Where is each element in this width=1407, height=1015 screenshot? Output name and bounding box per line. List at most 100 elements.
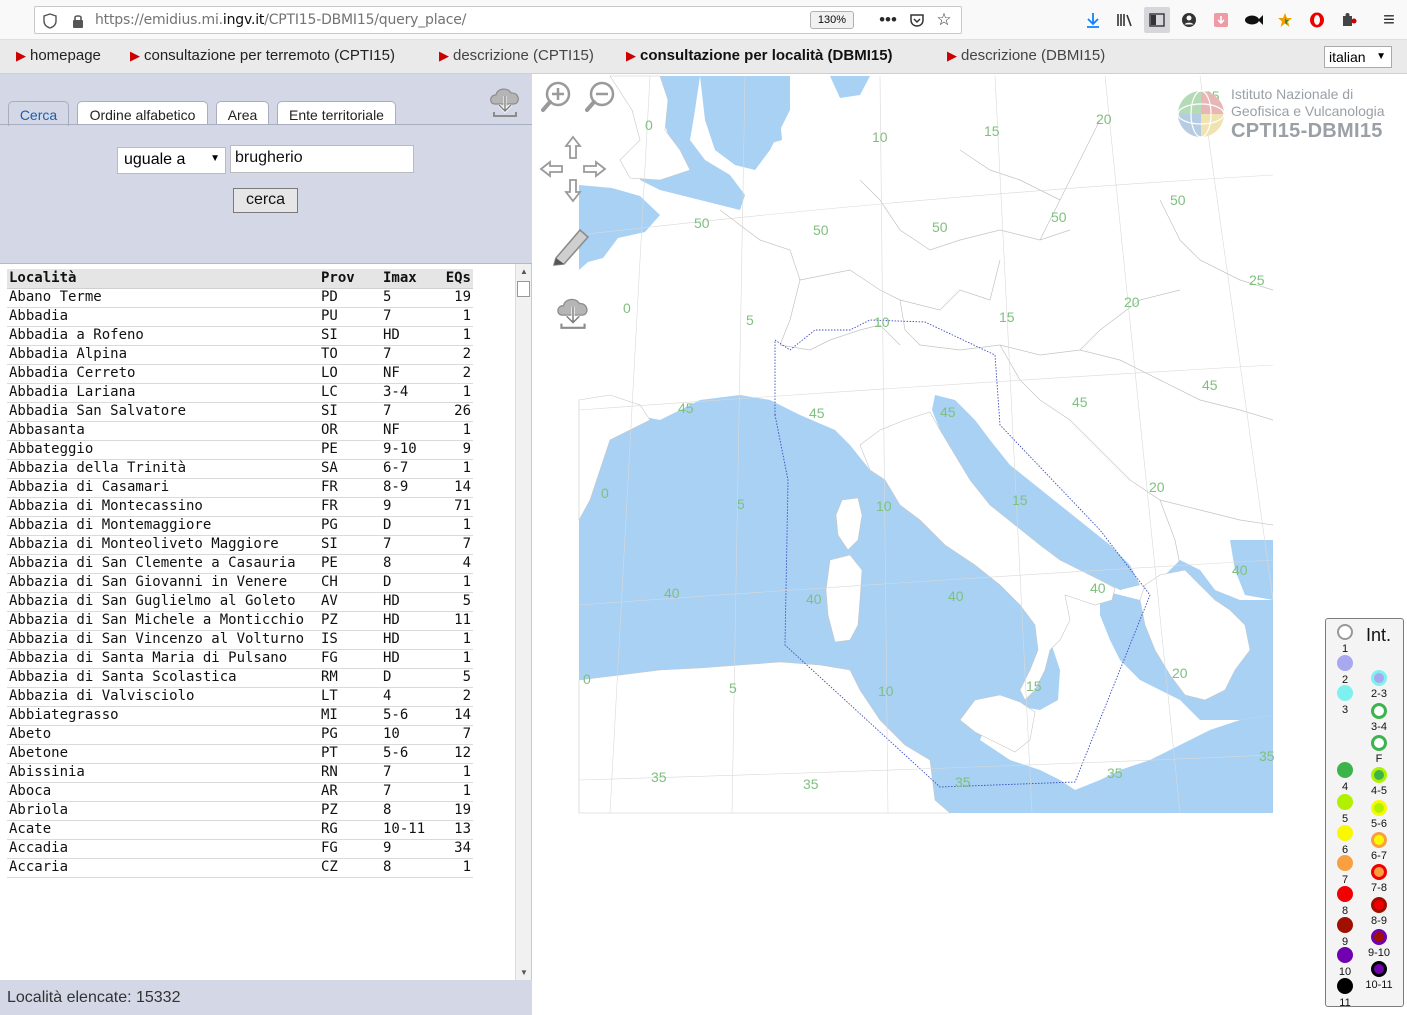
nav-query-by-earthquake[interactable]: ▶ consultazione per terremoto (CPTI15) [130, 47, 395, 64]
cell-locality[interactable]: Abbazia di San Clemente a Casauria [7, 554, 319, 574]
download-icon[interactable] [1080, 7, 1106, 33]
table-row[interactable]: Abano Terme PD 5 19 [7, 288, 473, 308]
cell-locality[interactable]: Abbadia Alpina [7, 345, 319, 365]
pdf-download-extension-icon[interactable] [1208, 7, 1234, 33]
table-row[interactable]: Abbazia di San Guglielmo al Goleto AV HD 5 [7, 592, 473, 612]
table-row[interactable]: Abbazia di Montecassino FR 9 71 [7, 497, 473, 517]
cell-locality[interactable]: Abbazia di Santa Maria di Pulsano [7, 649, 319, 669]
map-download-icon[interactable] [552, 292, 594, 332]
cell-locality[interactable]: Abetone [7, 744, 319, 764]
cell-locality[interactable]: Abbazia di Valvisciolo [7, 687, 319, 707]
table-row[interactable]: Abbazia di Casamari FR 8-9 14 [7, 478, 473, 498]
scroll-down-icon[interactable]: ▼ [520, 968, 528, 977]
table-row[interactable]: Abbazia di San Vincenzo al Volturno IS HD 1 [7, 630, 473, 650]
hamburger-menu-icon[interactable]: ≡ [1376, 7, 1402, 33]
column-header-province[interactable]: Prov [319, 269, 381, 289]
cell-locality[interactable]: Abbateggio [7, 440, 319, 460]
cell-locality[interactable]: Abano Terme [7, 288, 319, 308]
table-row[interactable]: Abissinia RN 7 1 [7, 763, 473, 783]
table-row[interactable]: Abbadia Alpina TO 7 2 [7, 345, 473, 365]
fish-extension-icon[interactable] [1240, 7, 1266, 33]
lock-icon[interactable] [71, 13, 85, 29]
table-row[interactable]: Abbadia a Rofeno SI HD 1 [7, 326, 473, 346]
table-row[interactable]: Abbadia PU 7 1 [7, 307, 473, 327]
cell-locality[interactable]: Abbadia a Rofeno [7, 326, 319, 346]
nav-description-cpti15[interactable]: ▶ descrizione (CPTI15) [439, 47, 594, 64]
pencil-draw-icon[interactable] [550, 222, 596, 266]
cell-locality[interactable]: Accadia [7, 839, 319, 859]
table-row[interactable]: Abbazia di Valvisciolo LT 4 2 [7, 687, 473, 707]
cell-locality[interactable]: Abbazia di Monteoliveto Maggiore [7, 535, 319, 555]
address-bar[interactable]: https://emidius.mi.ingv.it/CPTI15-DBMI15… [34, 6, 962, 34]
cell-locality[interactable]: Accaria [7, 858, 319, 878]
column-header-locality[interactable]: Località [7, 269, 319, 289]
cell-locality[interactable]: Abbasanta [7, 421, 319, 441]
account-icon[interactable] [1176, 7, 1202, 33]
shield-icon[interactable] [43, 13, 57, 29]
match-operator-select[interactable]: uguale a ▼ [117, 147, 226, 174]
library-icon[interactable] [1112, 7, 1138, 33]
cell-locality[interactable]: Abbazia della Trinità [7, 459, 319, 479]
table-row[interactable]: Accadia FG 9 34 [7, 839, 473, 859]
cell-locality[interactable]: Acate [7, 820, 319, 840]
tab-territorial-entity[interactable]: Ente territoriale [277, 101, 396, 125]
map-view[interactable]: 0101520255050505050252015105045454545450… [532, 74, 1407, 1015]
cell-locality[interactable]: Abbazia di San Guglielmo al Goleto [7, 592, 319, 612]
table-row[interactable]: Abetone PT 5-6 12 [7, 744, 473, 764]
cell-locality[interactable]: Abissinia [7, 763, 319, 783]
table-row[interactable]: Aboca AR 7 1 [7, 782, 473, 802]
table-row[interactable]: Abbazia di Montemaggiore PG D 1 [7, 516, 473, 536]
pocket-icon[interactable] [904, 7, 930, 33]
table-row[interactable]: Abbazia di Santa Scolastica RM D 5 [7, 668, 473, 688]
map-canvas[interactable]: 0101520255050505050252015105045454545450… [532, 74, 1407, 1015]
table-row[interactable]: Abriola PZ 8 19 [7, 801, 473, 821]
language-select[interactable]: italian ▼ [1324, 46, 1392, 68]
table-row[interactable]: Abbazia di Santa Maria di Pulsano FG HD 1 [7, 649, 473, 669]
sidebar-icon[interactable] [1144, 7, 1170, 33]
opera-icon[interactable] [1304, 7, 1330, 33]
cell-locality[interactable]: Abbiategrasso [7, 706, 319, 726]
nav-homepage[interactable]: ▶ homepage [16, 47, 101, 64]
cell-locality[interactable]: Abeto [7, 725, 319, 745]
table-row[interactable]: Abeto PG 10 7 [7, 725, 473, 745]
cell-locality[interactable]: Abbadia [7, 307, 319, 327]
tab-search[interactable]: Cerca [8, 101, 69, 126]
nav-description-dbmi15[interactable]: ▶ descrizione (DBMI15) [947, 47, 1105, 64]
more-actions-icon[interactable]: ••• [875, 7, 901, 33]
place-search-input[interactable]: brugherio [230, 145, 414, 173]
cloud-download-icon[interactable] [486, 82, 524, 120]
cell-locality[interactable]: Abriola [7, 801, 319, 821]
zoom-in-icon[interactable] [540, 80, 574, 114]
tab-area[interactable]: Area [216, 101, 269, 125]
table-row[interactable]: Acate RG 10-11 13 [7, 820, 473, 840]
pan-arrows-icon[interactable] [538, 134, 608, 204]
cell-locality[interactable]: Abbazia di Montecassino [7, 497, 319, 517]
cell-locality[interactable]: Abbazia di San Vincenzo al Volturno [7, 630, 319, 650]
table-row[interactable]: Abbazia della Trinità SA 6-7 1 [7, 459, 473, 479]
bookmark-star-icon[interactable]: ☆ [931, 7, 957, 33]
table-row[interactable]: Abbasanta OR NF 1 [7, 421, 473, 441]
table-row[interactable]: Abbadia San Salvatore SI 7 26 [7, 402, 473, 422]
column-header-eqs[interactable]: EQs [439, 269, 473, 289]
cell-locality[interactable]: Abbazia di Montemaggiore [7, 516, 319, 536]
zoom-out-icon[interactable] [584, 80, 618, 114]
cell-locality[interactable]: Abbadia Lariana [7, 383, 319, 403]
zoom-level-badge[interactable]: 130% [810, 11, 854, 29]
table-row[interactable]: Abbiategrasso MI 5-6 14 [7, 706, 473, 726]
cell-locality[interactable]: Abbadia Cerreto [7, 364, 319, 384]
cell-locality[interactable]: Abbazia di Santa Scolastica [7, 668, 319, 688]
star-extension-icon[interactable] [1272, 7, 1298, 33]
nav-query-by-locality[interactable]: ▶ consultazione per località (DBMI15) [626, 47, 893, 64]
puzzle-extension-icon[interactable] [1336, 7, 1362, 33]
cell-locality[interactable]: Aboca [7, 782, 319, 802]
table-row[interactable]: Abbazia di San Clemente a Casauria PE 8 4 [7, 554, 473, 574]
cell-locality[interactable]: Abbazia di Casamari [7, 478, 319, 498]
table-row[interactable]: Abbazia di San Giovanni in Venere CH D 1 [7, 573, 473, 593]
cell-locality[interactable]: Abbadia San Salvatore [7, 402, 319, 422]
scroll-up-icon[interactable]: ▲ [520, 267, 528, 276]
cell-locality[interactable]: Abbazia di San Michele a Monticchio [7, 611, 319, 631]
search-button[interactable]: cerca [233, 188, 298, 213]
tab-alphabetical[interactable]: Ordine alfabetico [77, 101, 208, 125]
table-row[interactable]: Abbazia di San Michele a Monticchio PZ HD 1… [7, 611, 473, 631]
table-row[interactable]: Abbateggio PE 9-10 9 [7, 440, 473, 460]
